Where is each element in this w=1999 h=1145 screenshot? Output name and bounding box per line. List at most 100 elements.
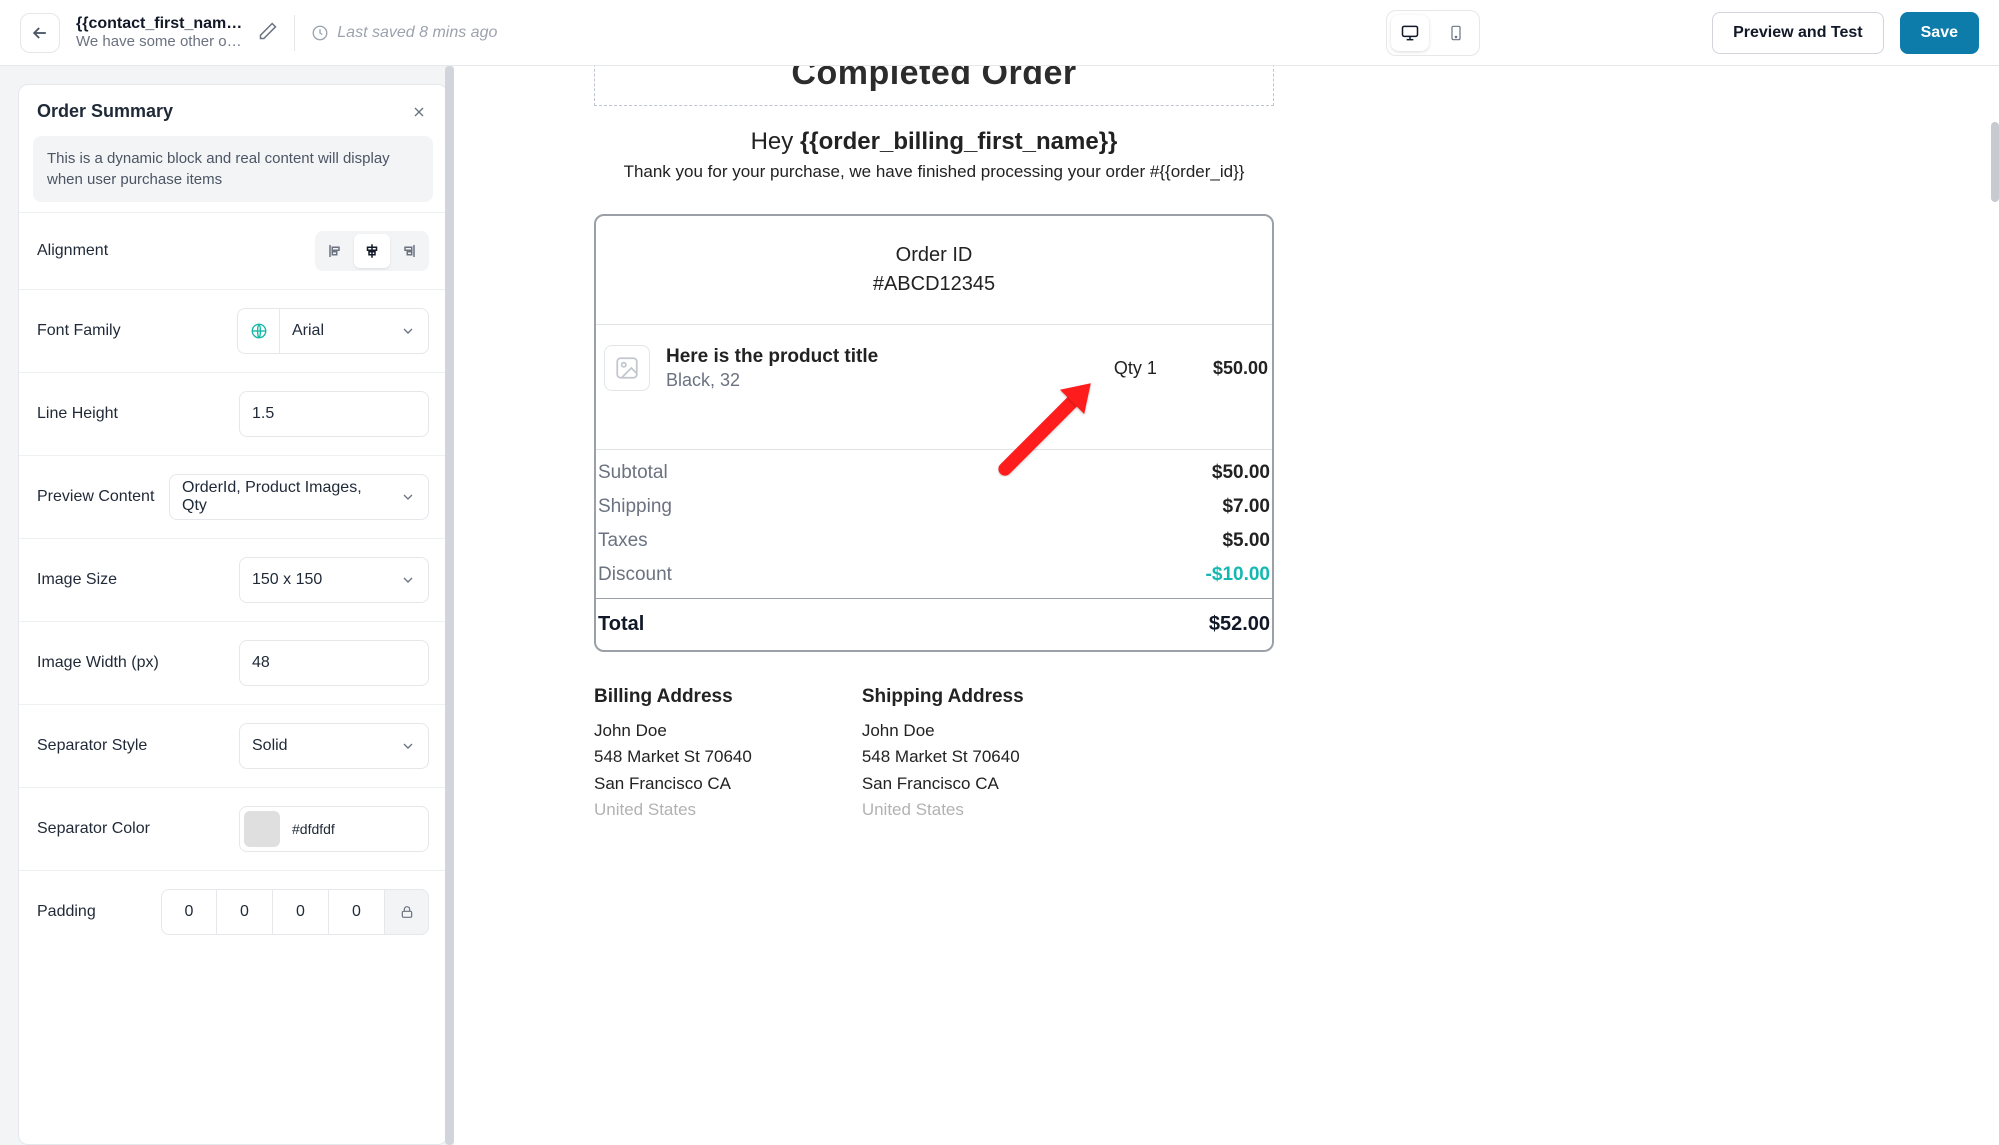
- billing-country: United States: [594, 797, 752, 823]
- preview-content-select[interactable]: OrderId, Product Images, Qty: [169, 474, 429, 520]
- doc-title: {{contact_first_nam…: [76, 15, 242, 33]
- clock-icon: [311, 24, 329, 42]
- order-id-label: Order ID: [596, 244, 1272, 267]
- preview-content-value: OrderId, Product Images, Qty: [182, 479, 390, 515]
- shipping-label: Shipping: [598, 496, 672, 518]
- chevron-down-icon: [400, 738, 416, 754]
- subtotal-label: Subtotal: [598, 462, 668, 484]
- product-title: Here is the product title: [666, 346, 1098, 368]
- alignment-label: Alignment: [37, 242, 108, 260]
- align-center-button[interactable]: [354, 234, 390, 268]
- subtotal-value: $50.00: [1212, 462, 1270, 484]
- image-width-input[interactable]: [239, 640, 429, 686]
- total-value: $52.00: [1209, 613, 1270, 636]
- line-height-input[interactable]: [239, 391, 429, 437]
- padding-left-input[interactable]: [329, 889, 385, 935]
- grand-total-row: Total $52.00: [596, 598, 1272, 650]
- align-right-button[interactable]: [390, 234, 426, 268]
- product-image-placeholder: [604, 345, 650, 391]
- settings-panel: Order Summary This is a dynamic block an…: [18, 84, 448, 1145]
- separator-style-select[interactable]: Solid: [239, 723, 429, 769]
- thank-you-text: Thank you for your purchase, we have fin…: [594, 162, 1274, 182]
- billing-city: San Francisco CA: [594, 771, 752, 797]
- padding-right-input[interactable]: [217, 889, 273, 935]
- email-header-block[interactable]: Completed Order: [594, 66, 1274, 106]
- email-preview: Completed Order Hey {{order_billing_firs…: [454, 66, 1999, 1145]
- shipping-city: San Francisco CA: [862, 771, 1024, 797]
- save-button[interactable]: Save: [1900, 12, 1979, 54]
- color-swatch: [244, 811, 280, 847]
- pencil-icon: [258, 21, 278, 41]
- chevron-down-icon: [400, 323, 416, 339]
- desktop-icon: [1400, 23, 1420, 43]
- font-language-button[interactable]: [237, 308, 279, 354]
- separator-color-input[interactable]: #dfdfdf: [239, 806, 429, 852]
- align-left-button[interactable]: [318, 234, 354, 268]
- image-icon: [614, 355, 640, 381]
- image-size-label: Image Size: [37, 571, 117, 589]
- shipping-title: Shipping Address: [862, 686, 1024, 708]
- total-label: Total: [598, 613, 644, 636]
- taxes-label: Taxes: [598, 530, 648, 552]
- image-width-label: Image Width (px): [37, 654, 159, 672]
- discount-value: -$10.00: [1206, 564, 1270, 586]
- shipping-name: John Doe: [862, 718, 1024, 744]
- last-saved: Last saved 8 mins ago: [311, 24, 497, 42]
- totals-section: Subtotal$50.00 Shipping$7.00 Taxes$5.00 …: [596, 449, 1272, 598]
- line-height-label: Line Height: [37, 405, 118, 423]
- shipping-street: 548 Market St 70640: [862, 744, 1024, 770]
- panel-title: Order Summary: [37, 101, 173, 122]
- mobile-icon: [1448, 22, 1464, 44]
- image-size-select[interactable]: 150 x 150: [239, 557, 429, 603]
- last-saved-text: Last saved 8 mins ago: [337, 24, 497, 42]
- close-panel-button[interactable]: [409, 102, 429, 122]
- shipping-address: Shipping Address John Doe 548 Market St …: [862, 686, 1024, 823]
- separator-color-label: Separator Color: [37, 820, 150, 838]
- greeting-prefix: Hey: [751, 128, 800, 155]
- discount-label: Discount: [598, 564, 672, 586]
- align-right-icon: [399, 242, 417, 260]
- lock-icon: [399, 904, 415, 920]
- mobile-view-button[interactable]: [1437, 15, 1475, 51]
- divider: [294, 15, 295, 51]
- separator-color-value: #dfdfdf: [292, 821, 335, 837]
- greeting-name: {{order_billing_first_name}}: [800, 128, 1117, 155]
- separator-style-label: Separator Style: [37, 737, 147, 755]
- taxes-value: $5.00: [1222, 530, 1270, 552]
- product-row: Here is the product title Black, 32 Qty …: [596, 324, 1272, 449]
- billing-name: John Doe: [594, 718, 752, 744]
- padding-lock-button[interactable]: [385, 889, 429, 935]
- greeting: Hey {{order_billing_first_name}}: [594, 128, 1274, 156]
- shipping-country: United States: [862, 797, 1024, 823]
- chevron-down-icon: [400, 572, 416, 588]
- desktop-view-button[interactable]: [1391, 15, 1429, 51]
- chevron-down-icon: [400, 489, 416, 505]
- padding-top-input[interactable]: [161, 889, 217, 935]
- order-summary-card[interactable]: Order ID #ABCD12345 Here is the product …: [594, 214, 1274, 652]
- globe-icon: [250, 322, 268, 340]
- email-header: Completed Order: [595, 66, 1273, 93]
- billing-title: Billing Address: [594, 686, 752, 708]
- font-family-value: Arial: [292, 322, 324, 340]
- arrow-left-icon: [30, 23, 50, 43]
- separator-style-value: Solid: [252, 737, 288, 755]
- padding-label: Padding: [37, 903, 96, 921]
- device-toggle: [1386, 10, 1480, 56]
- preview-test-button[interactable]: Preview and Test: [1712, 12, 1884, 54]
- doc-title-block: {{contact_first_nam… We have some other …: [76, 15, 242, 50]
- top-bar: {{contact_first_nam… We have some other …: [0, 0, 1999, 66]
- billing-street: 548 Market St 70640: [594, 744, 752, 770]
- close-icon: [411, 104, 427, 120]
- font-family-select[interactable]: Arial: [279, 308, 429, 354]
- font-family-label: Font Family: [37, 322, 121, 340]
- doc-subtitle: We have some other o…: [76, 33, 242, 50]
- back-button[interactable]: [20, 13, 60, 53]
- billing-address: Billing Address John Doe 548 Market St 7…: [594, 686, 752, 823]
- image-size-value: 150 x 150: [252, 571, 322, 589]
- edit-title-button[interactable]: [258, 21, 278, 44]
- order-id-value: #ABCD12345: [596, 273, 1272, 296]
- padding-bottom-input[interactable]: [273, 889, 329, 935]
- preview-content-label: Preview Content: [37, 488, 154, 506]
- product-qty: Qty 1: [1114, 358, 1157, 379]
- product-variant: Black, 32: [666, 370, 1098, 391]
